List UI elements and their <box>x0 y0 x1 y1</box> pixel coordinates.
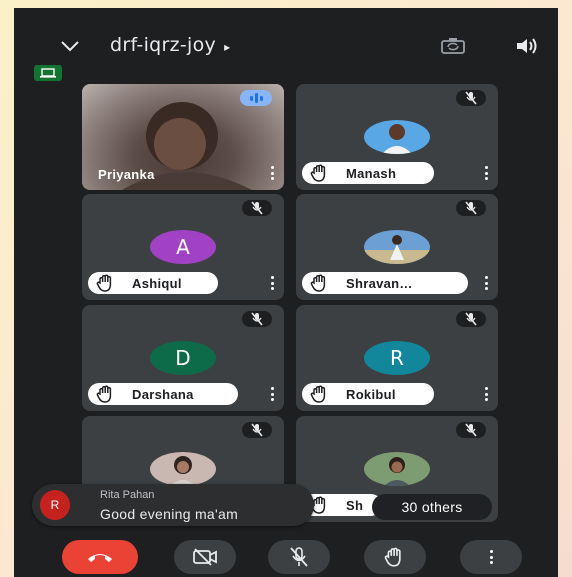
raise-hand-icon <box>384 547 401 567</box>
cast-icon[interactable] <box>34 65 62 81</box>
chat-toast[interactable]: R Rita Pahan Good evening ma'am <box>32 484 314 526</box>
avatar: R <box>40 490 70 520</box>
more-vert-icon[interactable] <box>484 276 488 290</box>
chevron-down-icon[interactable] <box>56 36 84 56</box>
more-options-button[interactable] <box>460 540 522 574</box>
others-badge[interactable]: 30 others <box>372 494 492 520</box>
participant-tile[interactable]: A Ashiqul <box>82 194 284 300</box>
camera-switch-icon[interactable] <box>438 36 468 56</box>
call-controls <box>14 534 558 577</box>
raise-hand-icon <box>310 385 326 403</box>
raise-hand-icon <box>96 274 112 292</box>
mic-off-icon <box>242 311 272 327</box>
participant-tile[interactable]: R Rokibul <box>296 305 498 411</box>
chat-message: Good evening ma'am <box>100 506 239 522</box>
top-bar: drf-iqrz-joy ▸ <box>14 28 558 64</box>
raise-hand-button[interactable] <box>364 540 426 574</box>
mic-off-icon <box>242 200 272 216</box>
raise-hand-icon <box>310 164 326 182</box>
more-vert-icon[interactable] <box>270 387 274 401</box>
speaking-indicator-icon <box>240 90 272 106</box>
mic-toggle-button[interactable] <box>268 540 330 574</box>
avatar <box>364 452 430 486</box>
participant-name: Ashiqul <box>132 275 182 291</box>
participant-name: Priyanka <box>98 167 155 182</box>
more-vert-icon[interactable] <box>270 276 274 290</box>
avatar: R <box>364 341 430 375</box>
mic-off-icon <box>456 200 486 216</box>
name-pill: Darshana <box>88 383 238 405</box>
camera-toggle-button[interactable] <box>174 540 236 574</box>
avatar: A <box>150 230 216 264</box>
participant-name: Rokibul <box>346 386 396 402</box>
more-vert-icon[interactable] <box>484 166 488 180</box>
avatar <box>364 230 430 264</box>
mic-off-icon <box>456 311 486 327</box>
participant-name: Manash <box>346 165 397 181</box>
end-call-button[interactable] <box>62 540 138 574</box>
mic-off-icon <box>456 90 486 106</box>
avatar: D <box>150 341 216 375</box>
meet-app: drf-iqrz-joy ▸ Priyanka Manash A Ashiqul… <box>14 8 558 577</box>
end-call-icon <box>88 554 112 562</box>
participant-tile[interactable]: Shravan… <box>296 194 498 300</box>
mic-off-icon <box>290 547 308 567</box>
video-off-icon <box>193 548 217 566</box>
participant-tile[interactable]: D Darshana <box>82 305 284 411</box>
meeting-code: drf-iqrz-joy <box>110 34 217 56</box>
participant-name: Sh <box>346 497 364 513</box>
participant-tile[interactable]: Manash <box>296 84 498 190</box>
avatar <box>150 452 216 486</box>
avatar <box>364 120 430 154</box>
speaker-icon[interactable] <box>512 36 542 56</box>
chat-sender: Rita Pahan <box>100 489 155 501</box>
participant-name: Shravan… <box>346 275 413 291</box>
mic-off-icon <box>456 422 486 438</box>
more-vert-icon <box>489 550 493 564</box>
raise-hand-icon <box>96 385 112 403</box>
name-pill: Sh <box>302 494 382 516</box>
name-pill: Ashiqul <box>88 272 218 294</box>
name-pill: Manash <box>302 162 434 184</box>
name-pill: Shravan… <box>302 272 468 294</box>
participant-tile[interactable]: Priyanka <box>82 84 284 190</box>
participant-name: Darshana <box>132 386 194 402</box>
more-vert-icon[interactable] <box>270 166 274 180</box>
meeting-title[interactable]: drf-iqrz-joy ▸ <box>110 34 230 56</box>
title-caret-icon: ▸ <box>224 40 231 54</box>
name-pill: Rokibul <box>302 383 434 405</box>
raise-hand-icon <box>310 274 326 292</box>
more-vert-icon[interactable] <box>484 387 488 401</box>
mic-off-icon <box>242 422 272 438</box>
